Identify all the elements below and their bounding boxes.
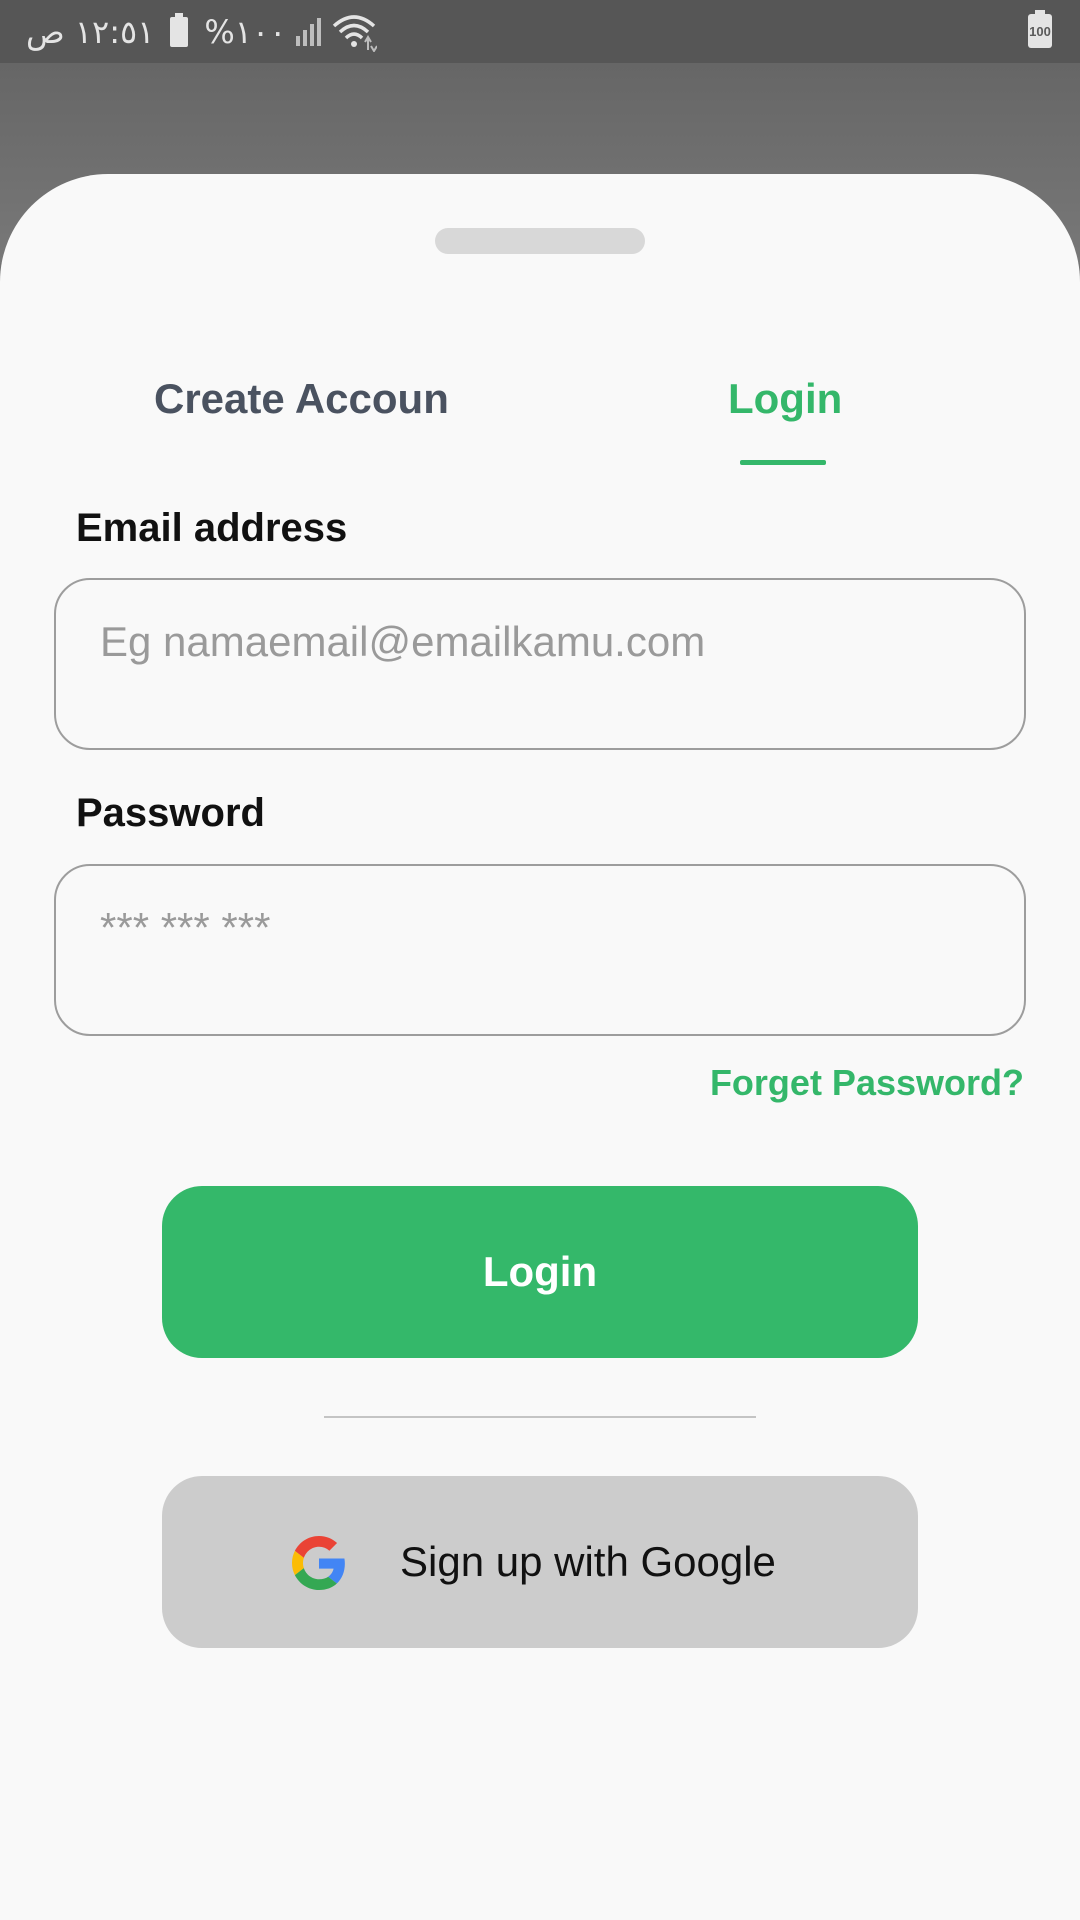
password-field[interactable] <box>100 904 980 952</box>
password-field-container <box>54 864 1026 1036</box>
battery-percent: %١٠٠ <box>204 12 287 51</box>
tab-create-account[interactable]: Create Accoun <box>154 374 449 424</box>
status-bar-left: ١٢:٥١ ص %١٠٠ <box>26 0 378 63</box>
google-icon <box>292 1536 345 1590</box>
battery-level-label: 100 <box>1029 23 1051 39</box>
status-time: ١٢:٥١ ص <box>26 12 155 51</box>
status-bar: ١٢:٥١ ص %١٠٠ 100 <box>0 0 1080 63</box>
forget-password-link[interactable]: Forget Password? <box>710 1062 1024 1104</box>
battery-level-icon: 100 <box>1028 10 1052 48</box>
login-button[interactable]: Login <box>162 1186 918 1358</box>
email-field[interactable] <box>100 618 980 666</box>
signal-icon <box>296 17 322 46</box>
divider <box>324 1416 756 1418</box>
google-signup-label: Sign up with Google <box>400 1538 776 1585</box>
drag-handle[interactable] <box>435 228 645 254</box>
active-tab-indicator <box>740 460 826 465</box>
bottom-sheet: Create Accoun Login Email address Passwo… <box>0 174 1080 1920</box>
wifi-icon <box>333 14 378 52</box>
password-label: Password <box>76 791 265 835</box>
email-label: Email address <box>76 506 348 550</box>
login-button-label: Login <box>482 1248 598 1295</box>
battery-icon <box>170 12 189 47</box>
email-field-container <box>54 578 1026 750</box>
tab-login[interactable]: Login <box>728 374 842 424</box>
google-signup-button[interactable]: Sign up with Google <box>162 1476 918 1648</box>
